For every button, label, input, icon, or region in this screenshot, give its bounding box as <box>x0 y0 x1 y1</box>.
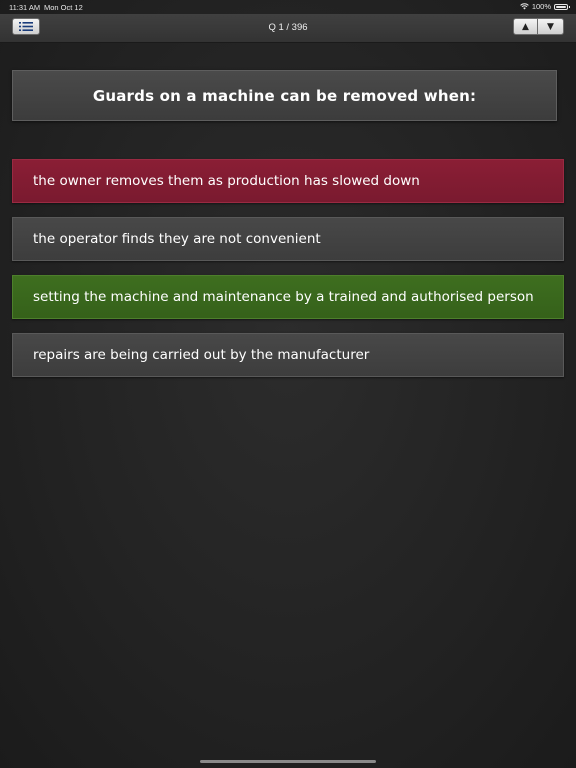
answer-option-4[interactable]: repairs are being carried out by the man… <box>12 333 564 377</box>
arrow-up-icon: ▲ <box>522 21 529 32</box>
status-time: 11:31 AM <box>9 3 41 12</box>
battery-percent: 100% <box>531 2 551 11</box>
status-bar: 11:31 AM Mon Oct 12 100% <box>0 0 576 14</box>
next-question-button[interactable]: ▼ <box>538 18 564 35</box>
status-date: Mon Oct 12 <box>44 3 83 12</box>
arrow-down-icon: ▼ <box>547 21 554 32</box>
home-indicator[interactable] <box>200 760 376 763</box>
answer-option-2[interactable]: the operator finds they are not convenie… <box>12 217 564 261</box>
previous-question-button[interactable]: ▲ <box>513 18 538 35</box>
status-indicators: 100% <box>520 2 570 11</box>
answer-option-3[interactable]: setting the machine and maintenance by a… <box>12 275 564 319</box>
question-counter: Q 1 / 396 <box>268 22 308 33</box>
navigation-bar: Q 1 / 396 ▲ ▼ <box>0 14 576 43</box>
wifi-icon <box>520 3 529 10</box>
battery-icon <box>554 3 570 10</box>
answer-option-1[interactable]: the owner removes them as production has… <box>12 159 564 203</box>
question-text: Guards on a machine can be removed when: <box>12 70 557 121</box>
